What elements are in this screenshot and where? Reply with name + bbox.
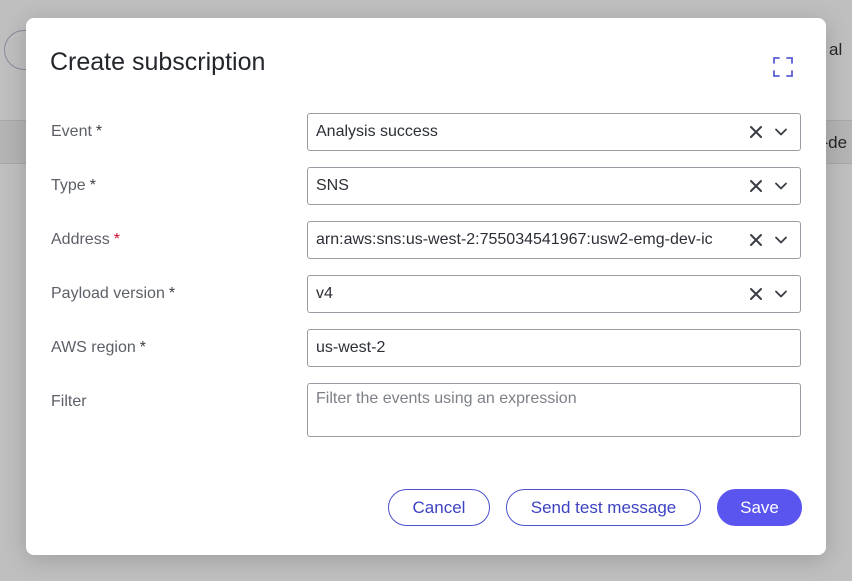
filter-input[interactable] bbox=[308, 384, 800, 436]
required-marker: * bbox=[168, 285, 176, 302]
aws-region-row: AWS region * bbox=[26, 329, 826, 367]
required-marker: * bbox=[89, 177, 96, 194]
filter-label: Filter bbox=[51, 393, 87, 410]
address-row: Address * arn:aws:sns:us-west-2:755034541… bbox=[26, 221, 826, 259]
address-select[interactable]: arn:aws:sns:us-west-2:755034541967:usw2-… bbox=[307, 221, 801, 259]
required-marker: * bbox=[113, 231, 120, 248]
payload-version-select[interactable]: v4 bbox=[307, 275, 801, 313]
address-label: Address * bbox=[51, 231, 120, 248]
payload-version-select-value: v4 bbox=[316, 285, 333, 302]
event-row: Event * Analysis success bbox=[26, 113, 826, 151]
cancel-button[interactable]: Cancel bbox=[388, 489, 490, 526]
clear-icon[interactable] bbox=[749, 125, 763, 139]
send-test-message-button[interactable]: Send test message bbox=[506, 489, 701, 526]
payload-version-label: Payload version * bbox=[51, 285, 176, 302]
chevron-down-icon[interactable] bbox=[774, 125, 788, 139]
event-label: Event * bbox=[51, 123, 103, 140]
create-subscription-dialog: Create subscription Event * Analysis succ… bbox=[26, 18, 826, 555]
clear-icon[interactable] bbox=[749, 287, 763, 301]
filter-field[interactable] bbox=[307, 383, 801, 437]
aws-region-field[interactable] bbox=[307, 329, 801, 367]
expand-icon[interactable] bbox=[770, 54, 796, 80]
type-label: Type * bbox=[51, 177, 96, 194]
chevron-down-icon[interactable] bbox=[774, 233, 788, 247]
type-select[interactable]: SNS bbox=[307, 167, 801, 205]
aws-region-label: AWS region * bbox=[51, 339, 147, 356]
event-select-value: Analysis success bbox=[316, 123, 438, 140]
required-marker: * bbox=[95, 123, 103, 140]
address-select-value: arn:aws:sns:us-west-2:755034541967:usw2-… bbox=[316, 231, 713, 248]
clear-icon[interactable] bbox=[749, 179, 763, 193]
type-row: Type * SNS bbox=[26, 167, 826, 205]
save-button[interactable]: Save bbox=[717, 489, 802, 526]
clear-icon[interactable] bbox=[749, 233, 763, 247]
payload-version-row: Payload version * v4 bbox=[26, 275, 826, 313]
dialog-title: Create subscription bbox=[50, 48, 266, 76]
aws-region-input[interactable] bbox=[308, 330, 800, 366]
type-select-value: SNS bbox=[316, 177, 349, 194]
event-select[interactable]: Analysis success bbox=[307, 113, 801, 151]
required-marker: * bbox=[139, 339, 147, 356]
filter-row: Filter bbox=[26, 383, 826, 437]
chevron-down-icon[interactable] bbox=[774, 179, 788, 193]
chevron-down-icon[interactable] bbox=[774, 287, 788, 301]
